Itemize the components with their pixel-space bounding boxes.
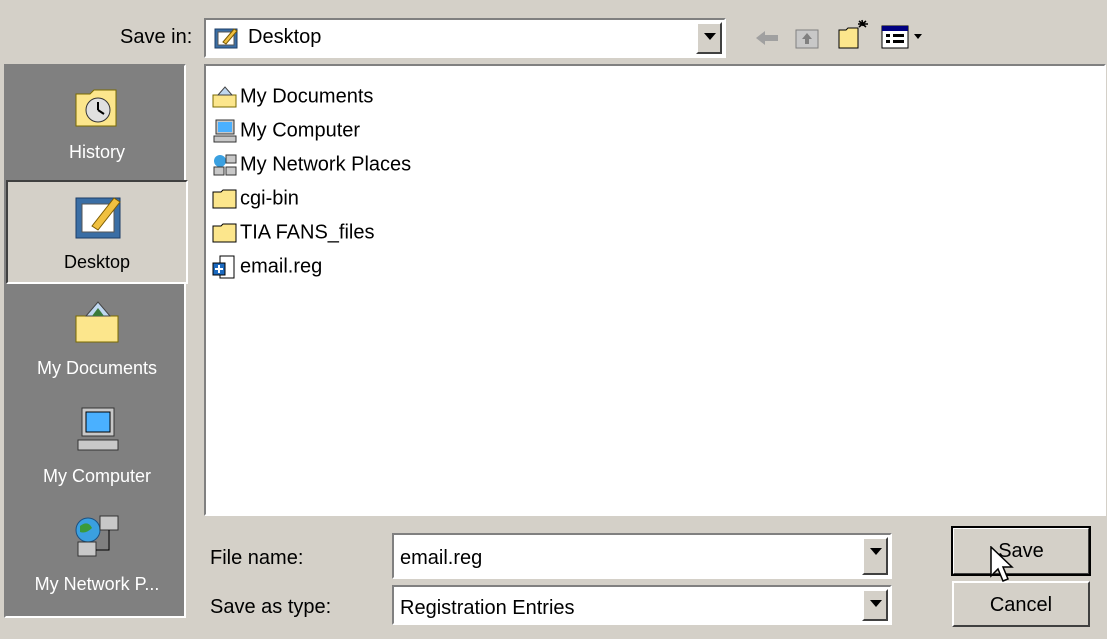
network-places-icon [212,153,238,177]
places-item-my-documents[interactable]: My Documents [6,288,188,392]
my-computer-icon [212,119,238,143]
file-name: email.reg [240,255,323,278]
places-item-my-computer[interactable]: My Computer [6,396,188,500]
list-item[interactable]: My Documents [212,80,373,112]
places-item-history[interactable]: History [6,72,188,176]
list-item[interactable]: cgi-bin [212,182,299,214]
file-name: My Network Places [240,153,412,176]
file-name: cgi-bin [240,187,299,210]
file-name-dropdown-button[interactable] [862,537,888,575]
places-label: History [68,142,125,162]
file-name-label: File name: [210,547,304,569]
save-button[interactable]: Save [951,526,1091,576]
places-bar: History Desktop My Documents My Computer… [4,64,188,618]
save-as-type-value: Registration Entries [400,597,575,619]
registry-file-icon [212,255,238,279]
places-item-my-network-places[interactable]: My Network P... [6,504,188,608]
history-icon [72,82,124,130]
back-arrow-icon[interactable] [752,26,782,56]
folder-icon [212,221,238,245]
places-label: My Network P... [34,574,160,594]
places-item-desktop[interactable]: Desktop [6,180,188,284]
my-computer-icon [72,406,124,454]
save-in-value: Desktop [248,26,322,48]
desktop-icon [74,192,126,240]
save-in-label: Save in: [120,26,193,48]
up-folder-icon[interactable] [792,22,822,58]
save-in-combobox[interactable]: Desktop [204,18,726,58]
save-as-type-dropdown-button[interactable] [862,589,888,621]
my-network-places-icon [72,514,124,562]
desktop-icon [214,26,240,50]
my-documents-icon [72,298,124,346]
file-name: My Documents [240,85,374,108]
places-label: Desktop [63,252,131,272]
view-menu-icon[interactable] [880,22,928,56]
file-name: TIA FANS_files [240,221,375,244]
file-name-combobox[interactable]: email.reg [392,533,892,579]
list-item[interactable]: email.reg [212,250,322,282]
list-item[interactable]: My Network Places [212,148,411,180]
places-label: My Computer [42,466,152,486]
mouse-cursor-icon [990,545,1014,592]
file-list[interactable]: My Documents My Computer My Network Plac… [204,64,1106,516]
cancel-button-label: Cancel [989,594,1053,616]
file-name-input[interactable]: email.reg [400,547,482,570]
new-folder-icon[interactable] [836,18,870,58]
places-label: My Documents [36,358,158,378]
save-as-type-label: Save as type: [210,596,332,618]
list-item[interactable]: TIA FANS_files [212,216,375,248]
file-name: My Computer [240,119,361,142]
save-in-dropdown-button[interactable] [696,22,722,54]
cancel-button[interactable]: Cancel [952,581,1090,627]
folder-icon [212,187,238,211]
list-item[interactable]: My Computer [212,114,360,146]
my-documents-icon [212,85,238,109]
save-as-type-select[interactable]: Registration Entries [392,585,892,625]
